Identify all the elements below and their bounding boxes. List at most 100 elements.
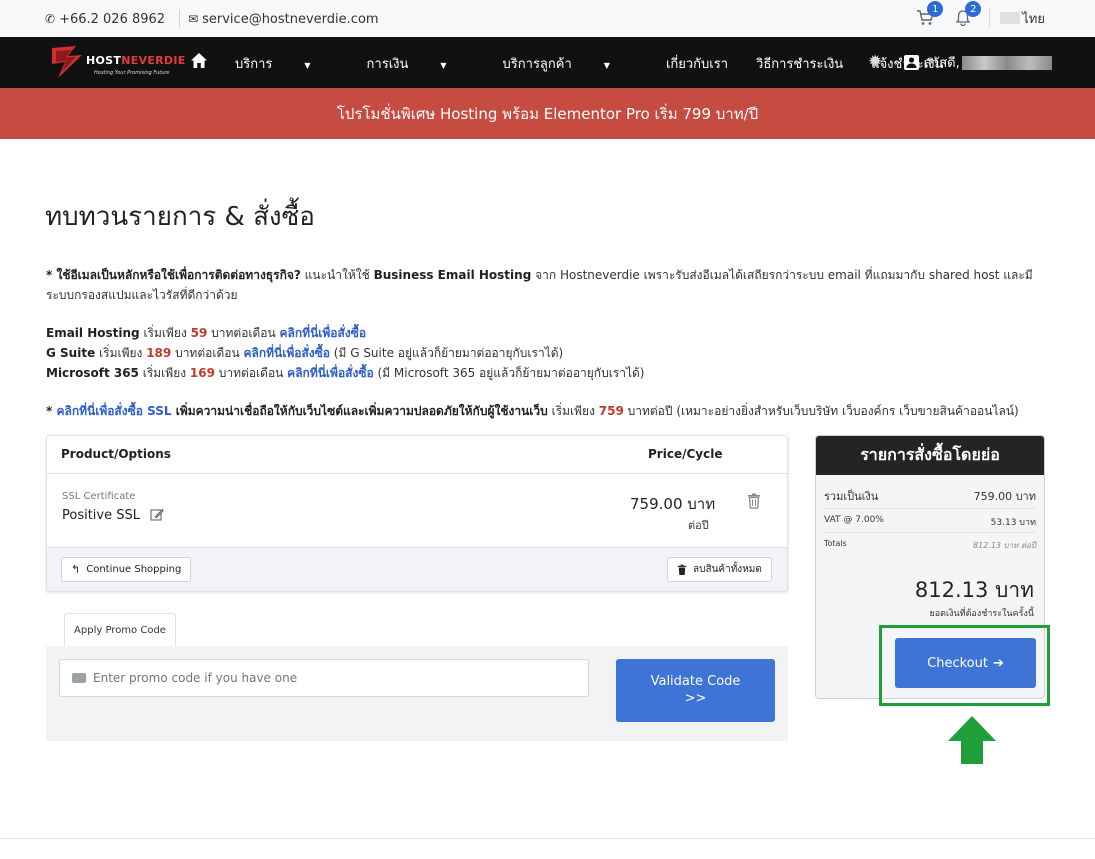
- email-hosting-order-link[interactable]: คลิกที่นี่เพื่อสั่งซื้อ: [280, 326, 367, 340]
- nav-item-services[interactable]: บริการ ▼: [235, 53, 339, 74]
- info-text: เพิ่มความน่าเชื่อถือให้กับเว็บไซต์และเพิ…: [171, 404, 548, 418]
- home-icon[interactable]: [190, 52, 208, 70]
- item-billing-cycle: ต่อปี: [688, 519, 709, 532]
- button-label: Continue Shopping: [86, 564, 182, 575]
- nav-item-label: บริการ: [235, 57, 273, 72]
- info-text: *: [46, 404, 57, 418]
- totals-row: Totals 812.13 บาท ต่อปี: [824, 539, 1036, 552]
- top-bar-actions: 1 2 ไทย: [903, 1, 1045, 29]
- nav-menu: บริการ ▼ การเงิน ▼ บริการลูกค้า ▼ เกี่ยวกับ…: [235, 53, 971, 74]
- user-icon: [904, 55, 919, 70]
- info-text: เริ่มเพียง: [95, 346, 147, 360]
- tab-label: Apply Promo Code: [74, 625, 166, 636]
- ticket-icon: [72, 673, 86, 683]
- promo-banner[interactable]: โปรโมชั่นพิเศษ Hosting พร้อม Elementor P…: [0, 88, 1095, 139]
- envelope-icon: ✉: [188, 12, 199, 26]
- promo-code-field[interactable]: [59, 659, 589, 697]
- validate-code-button[interactable]: Validate Code >>: [616, 659, 775, 722]
- price-highlight: 59: [190, 326, 208, 340]
- button-label: >>: [684, 691, 707, 706]
- nav-item-billing[interactable]: การเงิน ▼: [367, 53, 475, 74]
- microsoft365-order-link[interactable]: คลิกที่นี่เพื่อสั่งซื้อ: [287, 366, 374, 380]
- subtotal-label: รวมเป็นเงิน: [824, 490, 879, 503]
- vat-label: VAT @ 7.00%: [824, 515, 884, 525]
- site-logo[interactable]: HOSTNEVERDIE Hosting Your Promising Futu…: [48, 42, 185, 82]
- info-text: บาทต่อเดือน: [171, 346, 244, 360]
- vat-row: VAT @ 7.00% 53.13 บาท: [824, 515, 1036, 529]
- notification-count-badge: 2: [965, 1, 982, 17]
- cart-button[interactable]: 1: [913, 1, 944, 29]
- main-navbar: HOSTNEVERDIE Hosting Your Promising Futu…: [0, 37, 1095, 88]
- divider: [0, 838, 1095, 839]
- top-bar: ✆ +66.2 026 8962 ✉ service@hostneverdie.…: [0, 0, 1095, 37]
- highlight-arrow-up-icon: [948, 716, 996, 764]
- ssl-order-link[interactable]: คลิกที่นี่เพื่อสั่งซื้อ SSL: [56, 404, 171, 418]
- gsuite-line: G Suite เริ่มเพียง 189 บาทต่อเดือน คลิกท…: [46, 343, 1046, 363]
- caret-down-icon: ▼: [440, 61, 447, 70]
- table-row: SSL Certificate Positive SSL 759.00 บาท …: [47, 474, 787, 547]
- nav-item-support[interactable]: บริการลูกค้า ▼: [503, 53, 638, 74]
- column-header-product: Product/Options: [61, 447, 171, 461]
- info-text: เริ่มเพียง: [138, 366, 190, 380]
- phone-number[interactable]: +66.2 026 8962: [59, 12, 165, 27]
- subtotal-value: 759.00 บาท: [973, 490, 1036, 503]
- promo-code-panel: Validate Code >>: [46, 646, 788, 741]
- cart-table-header: Product/Options Price/Cycle: [47, 436, 787, 474]
- empty-cart-button[interactable]: ลบสินค้าทั้งหมด: [667, 557, 772, 582]
- info-text: (มี Microsoft 365 อยู่แล้วก็ย้ายมาต่ออาย…: [373, 366, 645, 380]
- order-summary-title: รายการสั่งซื้อโดยย่อ: [816, 436, 1044, 475]
- price-highlight: 759: [598, 404, 624, 418]
- gsuite-order-link[interactable]: คลิกที่นี่เพื่อสั่งซื้อ: [243, 346, 330, 360]
- notifications-button[interactable]: 2: [951, 1, 982, 29]
- total-due-label: ยอดเงินที่ต้องชำระในครั้งนี้: [929, 609, 1034, 619]
- nav-item-payment-methods[interactable]: วิธีการชำระเงิน: [756, 53, 843, 74]
- button-label: Validate Code: [650, 674, 741, 689]
- promo-code-input[interactable]: [93, 671, 573, 685]
- price-highlight: 169: [189, 366, 215, 380]
- subtotal-row: รวมเป็นเงิน 759.00 บาท: [824, 487, 1036, 505]
- promo-banner-text: โปรโมชั่นพิเศษ Hosting พร้อม Elementor P…: [336, 104, 759, 123]
- info-text: บาทต่อเดือน: [207, 326, 280, 340]
- highlight-frame: [879, 625, 1050, 706]
- info-text: เริ่มเพียง: [547, 404, 599, 418]
- total-due-amount: 812.13 บาท: [914, 578, 1034, 602]
- email-hosting-line: Email Hosting เริ่มเพียง 59 บาทต่อเดือน …: [46, 323, 1046, 343]
- info-text: บาทต่อเดือน: [214, 366, 288, 380]
- email-address[interactable]: service@hostneverdie.com: [202, 12, 378, 27]
- divider: [179, 10, 181, 28]
- language-selector[interactable]: ไทย: [1022, 8, 1045, 29]
- cart-count-badge: 1: [927, 1, 944, 17]
- info-text: (มี G Suite อยู่แล้วก็ย้ายมาต่ออายุกับเร…: [329, 346, 564, 360]
- business-email-note: * ใช้อีเมลเป็นหลักหรือใช้เพื่อการติดต่อท…: [46, 265, 1046, 305]
- info-text: เริ่มเพียง: [139, 326, 191, 340]
- logo-text-neverdie: NEVERDIE: [121, 54, 186, 67]
- user-menu[interactable]: สวัสดี,: [904, 52, 1052, 73]
- divider: [824, 508, 1036, 509]
- user-greeting: สวัสดี,: [924, 56, 960, 71]
- upsell-info: * ใช้อีเมลเป็นหลักหรือใช้เพื่อการติดต่อท…: [46, 265, 1046, 421]
- theme-toggle-sun-icon[interactable]: ✹: [868, 52, 882, 72]
- nav-item-about[interactable]: เกี่ยวกับเรา: [666, 53, 728, 74]
- edit-icon[interactable]: [150, 508, 164, 526]
- item-name: Positive SSL: [62, 508, 140, 523]
- page-title: ทบทวนรายการ & สั่งซื้อ: [45, 202, 315, 232]
- caret-down-icon: ▼: [304, 61, 311, 70]
- blurred-username: [961, 55, 1052, 70]
- cart-table: Product/Options Price/Cycle SSL Certific…: [46, 435, 788, 592]
- microsoft365-line: Microsoft 365 เริ่มเพียง 169 บาทต่อเดือน…: [46, 363, 1046, 383]
- info-text: * ใช้อีเมลเป็นหลักหรือใช้เพื่อการติดต่อท…: [46, 268, 301, 282]
- tab-apply-promo-code[interactable]: Apply Promo Code: [64, 613, 176, 647]
- continue-shopping-button[interactable]: ↰ Continue Shopping: [61, 557, 192, 582]
- button-label: ลบสินค้าทั้งหมด: [693, 564, 762, 575]
- info-text: แนะนำให้ใช้: [300, 268, 374, 282]
- nav-item-label: การเงิน: [366, 57, 409, 72]
- info-text: Business Email Hosting: [373, 268, 532, 282]
- logo-mark-icon: [52, 46, 82, 78]
- price-highlight: 189: [146, 346, 172, 360]
- item-price: 759.00 บาท: [630, 495, 716, 513]
- vat-value: 53.13 บาท: [990, 518, 1036, 528]
- remove-item-trash-icon[interactable]: [747, 493, 761, 509]
- phone-icon: ✆: [45, 12, 56, 26]
